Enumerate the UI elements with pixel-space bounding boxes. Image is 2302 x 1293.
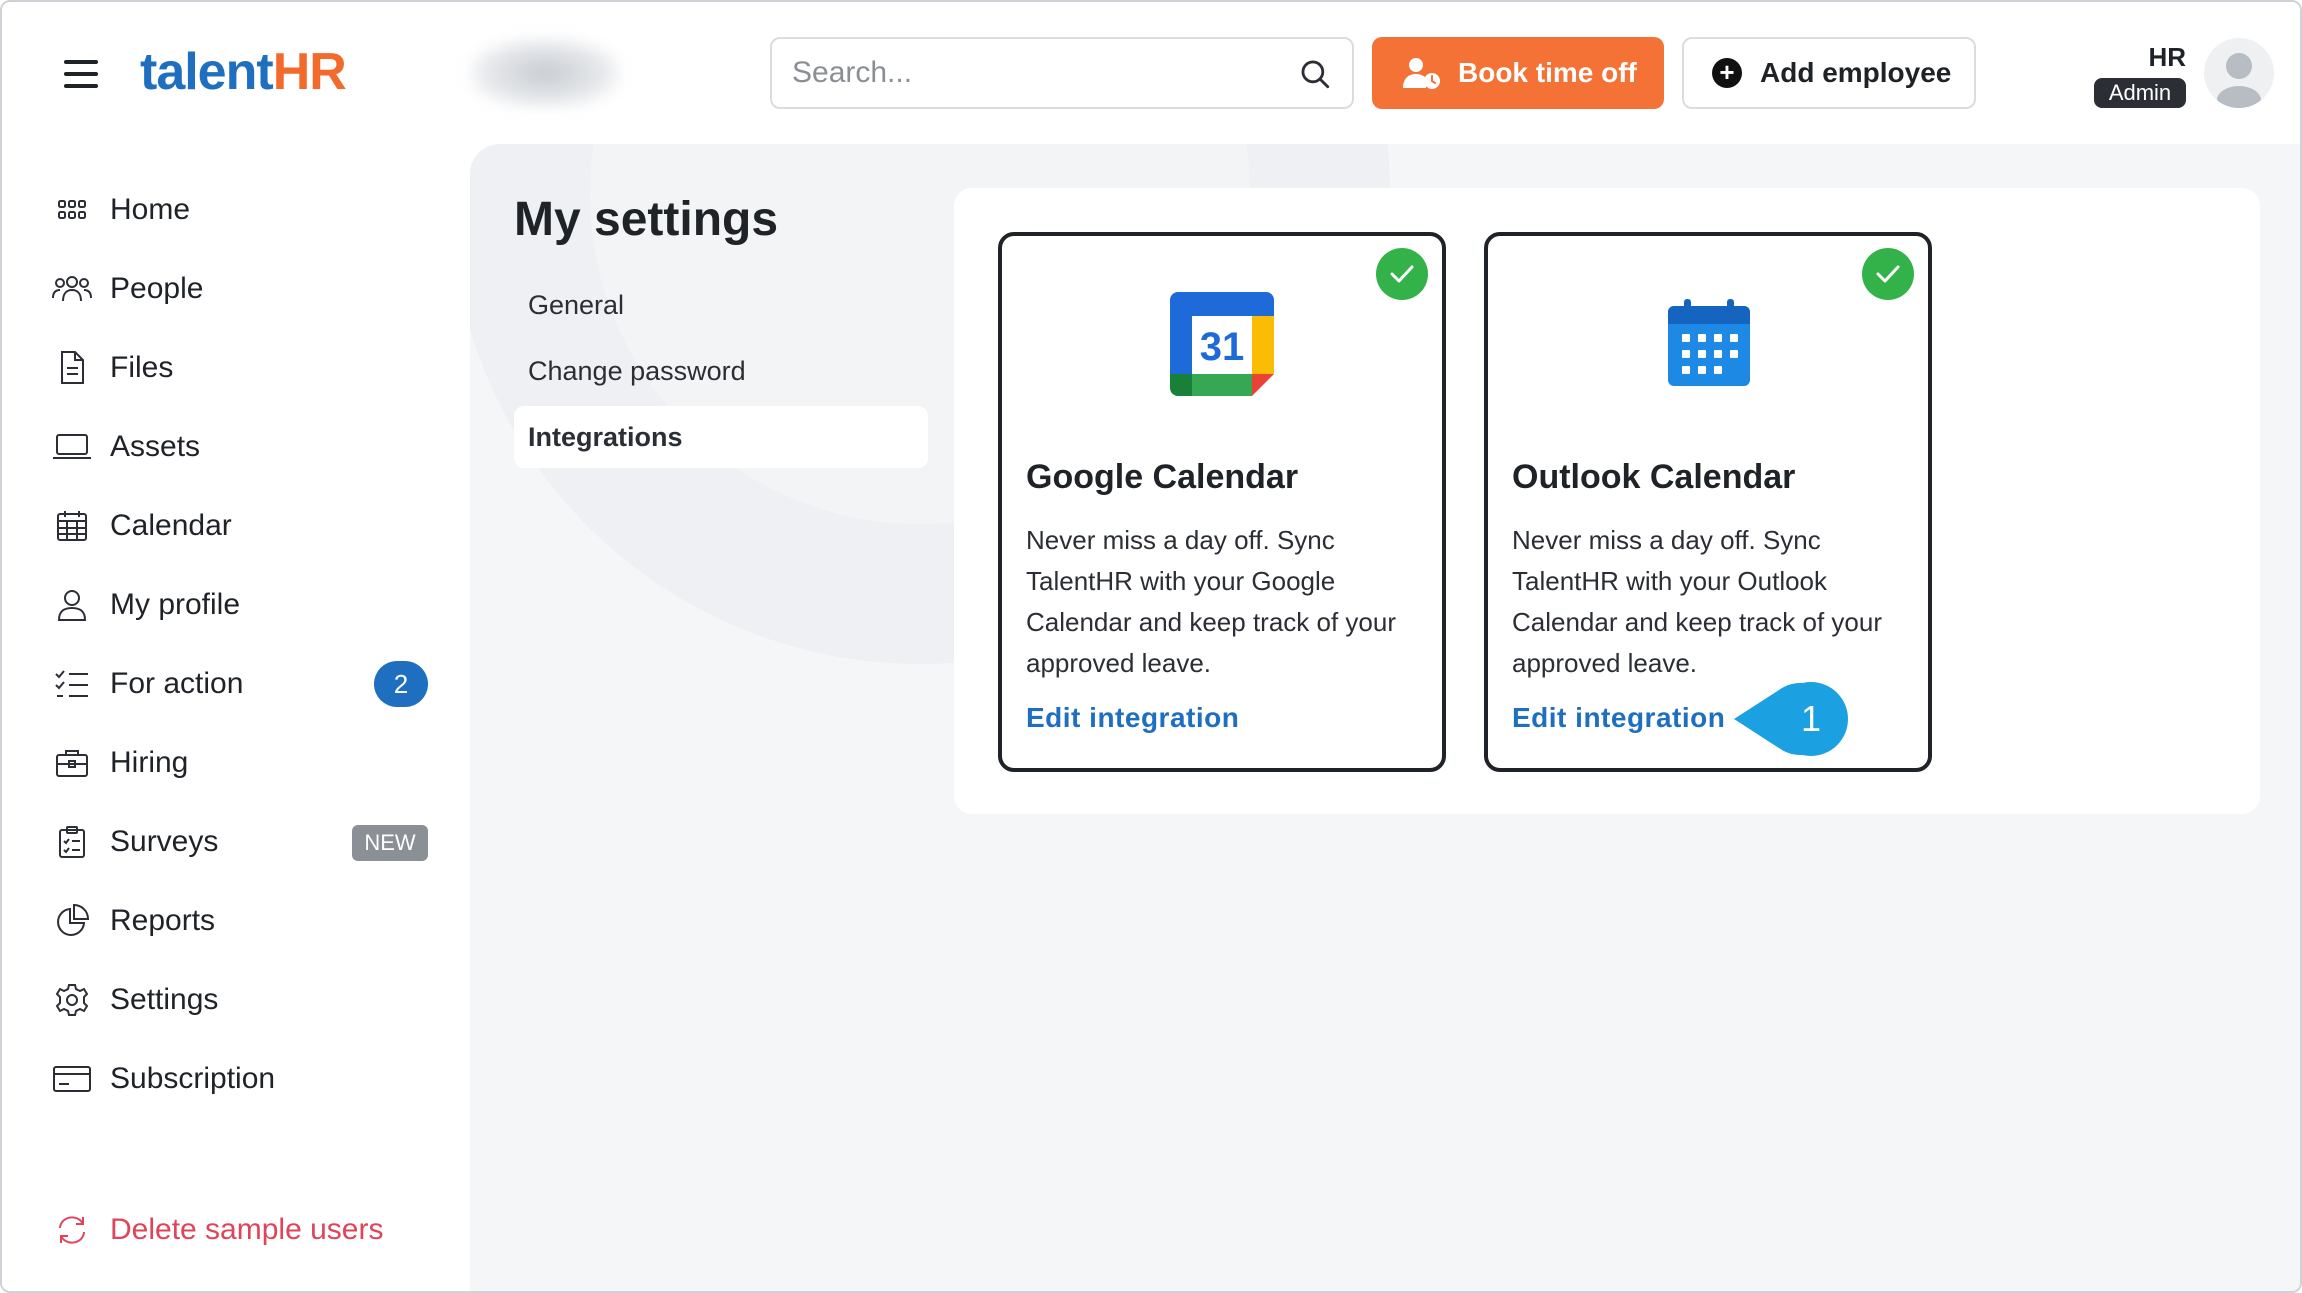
user-role-badge: Admin bbox=[2094, 78, 2186, 108]
delete-sample-users-label: Delete sample users bbox=[110, 1213, 384, 1246]
user-icon bbox=[50, 585, 94, 625]
grid-icon bbox=[50, 190, 94, 230]
pie-chart-icon bbox=[50, 901, 94, 941]
clipboard-icon bbox=[50, 822, 94, 862]
sidebar-item-label: People bbox=[110, 272, 204, 305]
sidebar-item-calendar[interactable]: Calendar bbox=[50, 501, 440, 551]
top-bar: talentHR Book time off + Add employee HR… bbox=[2, 2, 2300, 144]
main-content: My settings General Change password Inte… bbox=[470, 144, 2300, 1291]
laptop-icon bbox=[50, 427, 94, 467]
sidebar-item-settings[interactable]: Settings bbox=[50, 975, 440, 1025]
sidebar-item-surveys[interactable]: Surveys NEW bbox=[50, 817, 440, 867]
sidebar-item-label: Reports bbox=[110, 904, 216, 937]
sidebar-item-label: Settings bbox=[110, 983, 219, 1016]
sidebar-item-label: Subscription bbox=[110, 1062, 276, 1095]
briefcase-icon bbox=[50, 743, 94, 783]
sidebar: Home People Files Assets Calendar My pro… bbox=[2, 144, 470, 1291]
sidebar-item-for-action[interactable]: For action 2 bbox=[50, 659, 440, 709]
calendar-icon bbox=[50, 506, 94, 546]
step-callout: 1 bbox=[1732, 680, 1850, 758]
settings-nav-general[interactable]: General bbox=[514, 274, 928, 336]
sidebar-item-home[interactable]: Home bbox=[50, 185, 440, 235]
integration-title: Outlook Calendar bbox=[1512, 458, 1796, 496]
integration-description: Never miss a day off. Sync TalentHR with… bbox=[1512, 525, 1882, 678]
integration-description: Never miss a day off. Sync TalentHR with… bbox=[1026, 525, 1396, 678]
search-icon[interactable] bbox=[1298, 57, 1332, 91]
logo-text-hr: HR bbox=[272, 43, 347, 101]
sidebar-item-hiring[interactable]: Hiring bbox=[50, 738, 440, 788]
edit-integration-link[interactable]: Edit integration bbox=[1512, 702, 1725, 734]
edit-integration-link[interactable]: Edit integration bbox=[1026, 702, 1239, 734]
blurred-company-name bbox=[470, 38, 620, 108]
people-icon bbox=[50, 269, 94, 309]
surveys-new-badge: NEW bbox=[352, 825, 428, 861]
gear-icon bbox=[50, 980, 94, 1020]
sidebar-item-label: Files bbox=[110, 351, 174, 384]
settings-nav: General Change password Integrations bbox=[514, 274, 928, 472]
sidebar-item-label: Home bbox=[110, 193, 191, 226]
sidebar-item-files[interactable]: Files bbox=[50, 343, 440, 393]
app-window: talentHR Book time off + Add employee HR… bbox=[0, 0, 2302, 1293]
sidebar-item-people[interactable]: People bbox=[50, 264, 440, 314]
sidebar-item-label: Calendar bbox=[110, 509, 232, 542]
add-employee-label: Add employee bbox=[1760, 57, 1952, 88]
sidebar-item-label: Surveys bbox=[110, 825, 219, 858]
sidebar-item-label: My profile bbox=[110, 588, 241, 621]
book-time-off-label: Book time off bbox=[1458, 57, 1637, 88]
sidebar-item-subscription[interactable]: Subscription bbox=[50, 1054, 440, 1104]
connected-check-icon bbox=[1862, 248, 1914, 300]
avatar[interactable] bbox=[2204, 38, 2274, 108]
sidebar-item-label: Assets bbox=[110, 430, 201, 463]
avatar-placeholder-icon bbox=[2217, 53, 2261, 108]
page-title: My settings bbox=[514, 193, 779, 246]
google-calendar-card: 31 Google Calendar Never miss a day off.… bbox=[998, 232, 1446, 772]
plus-icon: + bbox=[1712, 58, 1742, 88]
for-action-count-badge: 2 bbox=[374, 661, 428, 707]
search-box[interactable] bbox=[770, 37, 1354, 109]
step-callout-number: 1 bbox=[1801, 698, 1821, 739]
file-icon bbox=[50, 348, 94, 388]
checklist-icon bbox=[50, 664, 94, 704]
search-input[interactable] bbox=[792, 51, 1272, 95]
app-logo[interactable]: talentHR bbox=[140, 42, 347, 102]
sidebar-item-reports[interactable]: Reports bbox=[50, 896, 440, 946]
integrations-panel: 31 Google Calendar Never miss a day off.… bbox=[954, 188, 2260, 814]
settings-nav-integrations[interactable]: Integrations bbox=[514, 406, 928, 468]
outlook-calendar-logo-icon bbox=[1666, 298, 1752, 388]
user-initials: HR bbox=[2148, 42, 2186, 72]
sidebar-item-assets[interactable]: Assets bbox=[50, 422, 440, 472]
outlook-calendar-card: Outlook Calendar Never miss a day off. S… bbox=[1484, 232, 1932, 772]
google-calendar-logo-icon: 31 bbox=[1166, 288, 1278, 400]
sidebar-item-label: Hiring bbox=[110, 746, 189, 779]
calendar-date-number: 31 bbox=[1200, 325, 1245, 369]
logo-text-talent: talent bbox=[140, 43, 274, 101]
settings-nav-change-password[interactable]: Change password bbox=[514, 340, 928, 402]
sidebar-item-my-profile[interactable]: My profile bbox=[50, 580, 440, 630]
add-employee-button[interactable]: + Add employee bbox=[1682, 37, 1976, 109]
sidebar-item-label: For action bbox=[110, 667, 244, 700]
credit-card-icon bbox=[50, 1059, 94, 1099]
book-time-off-button[interactable]: Book time off bbox=[1372, 37, 1664, 109]
connected-check-icon bbox=[1376, 248, 1428, 300]
integration-title: Google Calendar bbox=[1026, 458, 1299, 496]
delete-sample-users-button[interactable]: Delete sample users bbox=[50, 1205, 440, 1255]
user-clock-icon bbox=[1403, 58, 1440, 89]
menu-icon[interactable] bbox=[64, 60, 98, 88]
refresh-icon bbox=[50, 1210, 94, 1250]
